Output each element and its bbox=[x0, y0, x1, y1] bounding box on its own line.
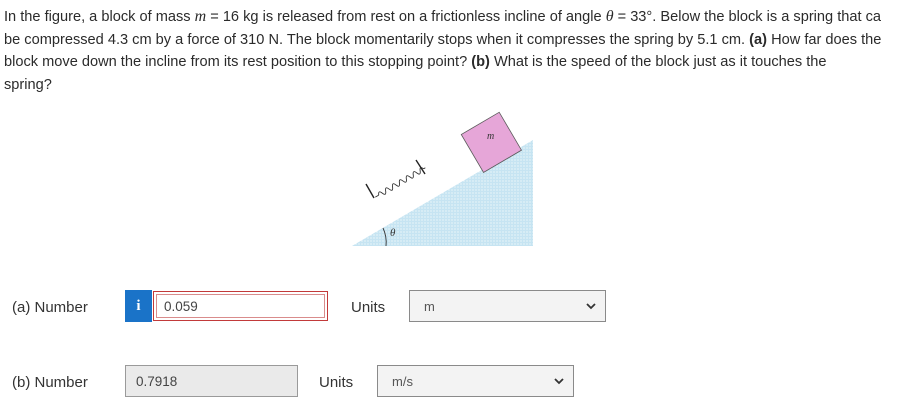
part-b-row: (b) Number 0.7918 Units m/s bbox=[0, 364, 922, 404]
angle-symbol: θ bbox=[605, 8, 614, 25]
part-a-units-select[interactable]: m bbox=[409, 290, 606, 322]
problem-text: How far does the bbox=[767, 31, 882, 48]
problem-text: spring? bbox=[4, 76, 52, 93]
part-b-units-label: Units bbox=[319, 374, 354, 391]
problem-statement: In the figure, a block of mass m = 16 kg… bbox=[4, 6, 922, 96]
problem-line-2: be compressed 4.3 cm by a force of 310 N… bbox=[4, 29, 922, 52]
part-b-answer-input[interactable]: 0.7918 bbox=[125, 365, 298, 397]
spring bbox=[375, 167, 426, 198]
problem-text: = 16 kg is released from rest on a frict… bbox=[206, 9, 606, 25]
part-a-row: (a) Number i 0.059 Units m bbox=[0, 289, 922, 329]
part-b-marker: (b) bbox=[471, 54, 490, 70]
problem-text: What is the speed of the block just as i… bbox=[489, 54, 827, 70]
angle-label: θ bbox=[390, 227, 396, 239]
part-b-units-select[interactable]: m/s bbox=[377, 365, 574, 397]
part-a-label: (a) Number bbox=[12, 299, 88, 316]
problem-text: be compressed 4.3 cm by a force of 310 N… bbox=[4, 31, 750, 48]
problem-text: block move down the incline from its res… bbox=[4, 54, 472, 70]
chevron-down-icon bbox=[586, 303, 596, 310]
part-a-units-label: Units bbox=[351, 299, 386, 316]
chevron-down-icon bbox=[554, 378, 564, 385]
incline-diagram: θ m bbox=[352, 111, 533, 247]
part-a-units-value: m bbox=[424, 298, 435, 314]
spring-plate-left bbox=[365, 183, 375, 199]
part-a-marker: (a) bbox=[749, 31, 768, 48]
part-a-answer-input[interactable]: 0.059 bbox=[153, 291, 328, 321]
info-icon[interactable]: i bbox=[125, 290, 152, 322]
part-b-units-value: m/s bbox=[392, 373, 413, 389]
problem-text: In the figure, a block of mass bbox=[4, 9, 195, 25]
part-a-answer-value: 0.059 bbox=[164, 298, 198, 314]
block-label: m bbox=[487, 131, 494, 142]
problem-line-1: In the figure, a block of mass m = 16 kg… bbox=[4, 6, 922, 29]
part-b-answer-value: 0.7918 bbox=[136, 373, 178, 389]
incline-figure: θ m bbox=[340, 90, 550, 252]
mass-symbol: m bbox=[194, 8, 207, 25]
problem-line-3: block move down the incline from its res… bbox=[4, 51, 922, 74]
problem-text: = 33°. Below the block is a spring that … bbox=[613, 9, 882, 25]
part-b-label: (b) Number bbox=[12, 374, 88, 391]
